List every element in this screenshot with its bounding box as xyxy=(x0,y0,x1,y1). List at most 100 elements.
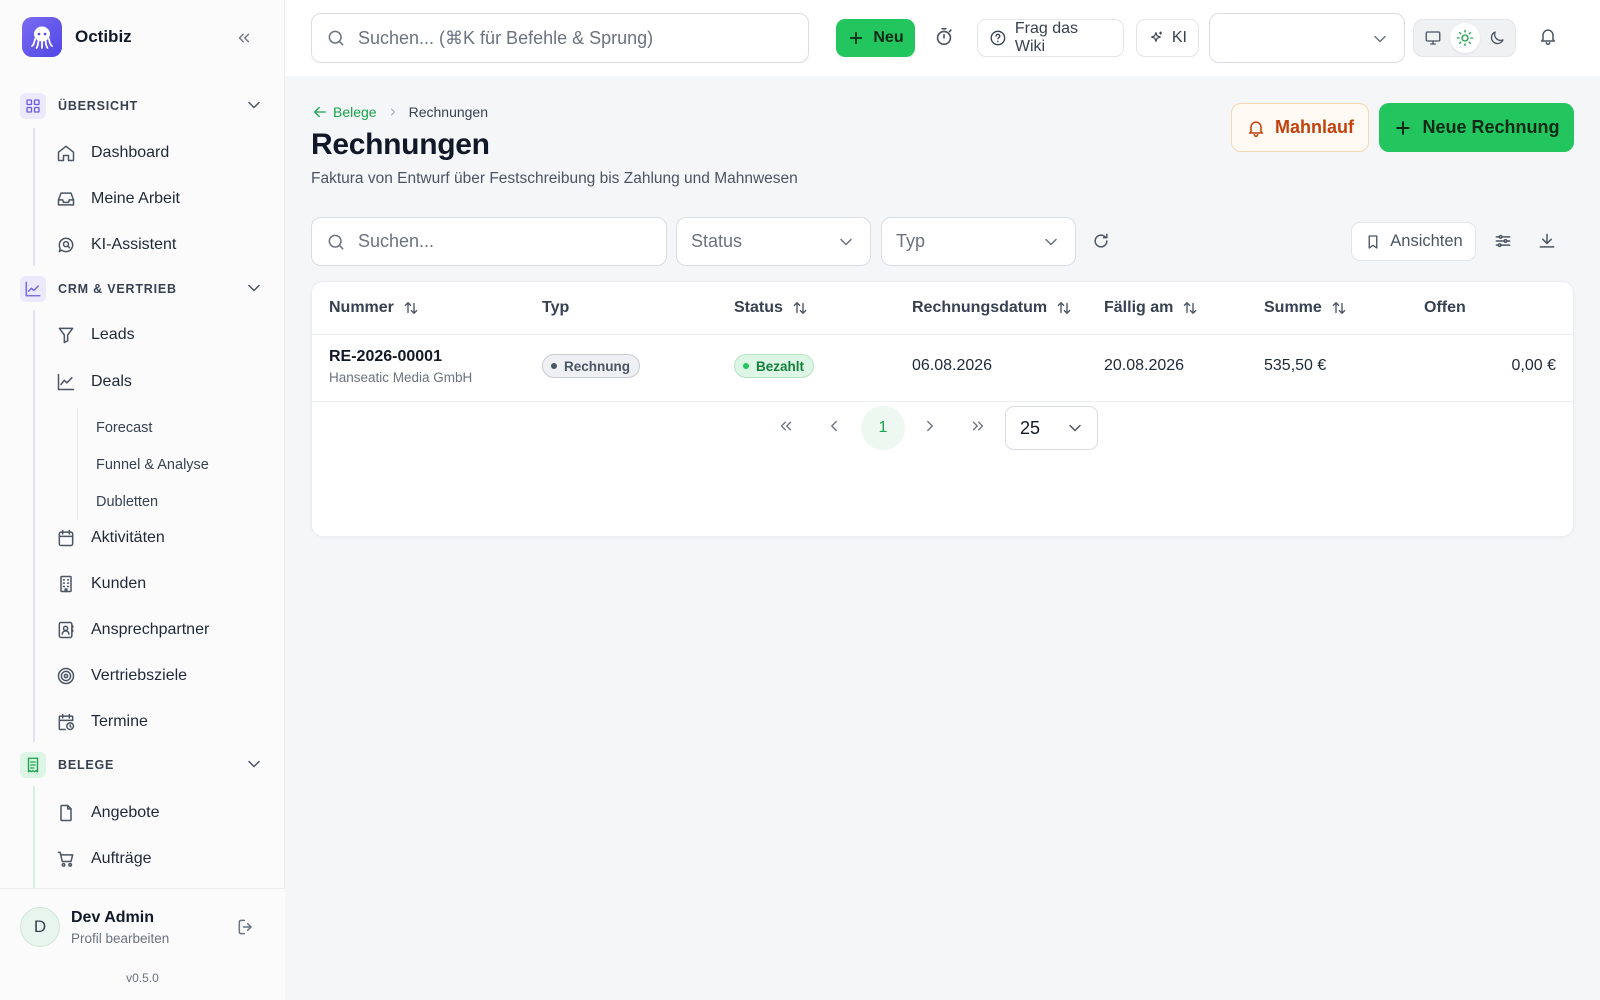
download-icon[interactable] xyxy=(1537,231,1557,251)
inbox-icon xyxy=(55,188,77,210)
sidebar-item-label: Aktivitäten xyxy=(91,529,165,546)
invoice-number[interactable]: RE-2026-00001 xyxy=(329,348,442,366)
column-header-typ: Typ xyxy=(542,299,569,317)
page-size-select[interactable]: 25 xyxy=(1005,406,1098,450)
sidebar-item-label: Deals xyxy=(91,373,132,390)
sidebar-item-deals[interactable]: Deals xyxy=(55,367,132,397)
brand[interactable]: Octibiz xyxy=(22,17,132,57)
plus-icon xyxy=(850,31,863,45)
refresh-icon[interactable] xyxy=(1091,231,1111,251)
mahnlauf-button[interactable]: Mahnlauf xyxy=(1231,103,1369,152)
octopus-logo-icon xyxy=(22,17,62,57)
trend-chart-icon xyxy=(55,371,77,393)
sidebar-item-auftraege[interactable]: Aufträge xyxy=(55,844,151,874)
sidebar-item-label: Aufträge xyxy=(91,850,152,867)
views-button[interactable]: Ansichten xyxy=(1351,222,1476,261)
bell-icon[interactable] xyxy=(1538,26,1558,46)
timer-icon[interactable] xyxy=(933,26,955,48)
calendar-clock-icon xyxy=(55,711,77,733)
logout-icon[interactable] xyxy=(236,917,256,937)
main-content: Belege Rechnungen Rechnungen Faktura von… xyxy=(285,76,1600,1000)
column-header-rechnungsdatum[interactable]: Rechnungsdatum xyxy=(912,299,1073,317)
moon-icon[interactable] xyxy=(1482,23,1512,53)
sidebar-item-angebote[interactable]: Angebote xyxy=(55,798,160,828)
section-belege[interactable]: BELEGE xyxy=(20,750,268,780)
column-header-status[interactable]: Status xyxy=(734,299,809,317)
workspace-select[interactable] xyxy=(1209,13,1405,63)
global-search[interactable] xyxy=(311,13,809,63)
new-invoice-button[interactable]: Neue Rechnung xyxy=(1379,103,1574,152)
section-crm-vertrieb[interactable]: CRM & VERTRIEB xyxy=(20,274,268,304)
sidebar-item-ki-assistent[interactable]: KI-Assistent xyxy=(55,230,176,260)
sidebar-item-aktivitaeten[interactable]: Aktivitäten xyxy=(55,523,165,553)
status-badge: Bezahlt xyxy=(734,354,815,378)
collapse-sidebar-icon[interactable] xyxy=(232,26,256,50)
status-filter-select[interactable]: Status xyxy=(676,217,871,266)
grid-icon xyxy=(20,93,46,119)
row-divider xyxy=(312,401,1575,402)
sort-icon xyxy=(402,299,420,317)
column-header-label: Typ xyxy=(542,299,570,316)
home-icon xyxy=(55,142,77,164)
last-page-icon[interactable] xyxy=(963,411,993,441)
column-header-label: Summe xyxy=(1264,299,1322,316)
table-search[interactable] xyxy=(311,217,667,266)
edit-profile-link[interactable]: Profil bearbeiten xyxy=(71,931,169,946)
sidebar-subitem-forecast[interactable]: Forecast xyxy=(96,420,152,436)
breadcrumb: Belege Rechnungen xyxy=(311,103,488,121)
funnel-icon xyxy=(55,324,77,346)
wiki-button-label: Frag das Wiki xyxy=(1014,20,1079,55)
column-header-label: Status xyxy=(734,299,783,316)
sliders-icon[interactable] xyxy=(1493,231,1513,251)
section-label: BELEGE xyxy=(58,758,115,772)
sidebar-item-label: Dashboard xyxy=(91,144,170,161)
current-page-button[interactable]: 1 xyxy=(861,406,905,450)
sidebar-item-leads[interactable]: Leads xyxy=(55,320,135,350)
sidebar-subitem-funnel-analyse[interactable]: Funnel & Analyse xyxy=(96,457,209,473)
section-rail xyxy=(33,128,35,266)
global-search-input[interactable] xyxy=(358,27,778,49)
breadcrumb-back-link[interactable]: Belege xyxy=(311,103,377,121)
sort-icon xyxy=(1330,299,1348,317)
new-invoice-button-label: Neue Rechnung xyxy=(1422,117,1560,137)
new-button[interactable]: Neu xyxy=(836,19,915,57)
column-header-faellig-am[interactable]: Fällig am xyxy=(1104,299,1199,317)
wiki-button[interactable]: Frag das Wiki xyxy=(977,19,1124,57)
type-badge-label: Rechnung xyxy=(564,358,630,374)
column-header-offen: Offen xyxy=(1424,299,1466,317)
sidebar-item-dashboard[interactable]: Dashboard xyxy=(55,138,169,168)
help-circle-icon xyxy=(990,30,1006,46)
column-header-summe[interactable]: Summe xyxy=(1264,299,1348,317)
badge-dot xyxy=(743,363,749,369)
table-search-input[interactable] xyxy=(358,231,638,252)
sidebar-item-termine[interactable]: Termine xyxy=(55,707,148,737)
monitor-icon[interactable] xyxy=(1418,23,1448,53)
bell-icon xyxy=(1249,120,1263,137)
sidebar-item-label: Angebote xyxy=(91,804,160,821)
type-filter-select[interactable]: Typ xyxy=(881,217,1076,266)
avatar[interactable]: D xyxy=(20,907,60,947)
section-uebersicht[interactable]: ÜBERSICHT xyxy=(20,91,268,121)
ai-button[interactable]: KI xyxy=(1136,19,1199,57)
sort-icon xyxy=(1055,299,1073,317)
sidebar-item-meine-arbeit[interactable]: Meine Arbeit xyxy=(55,184,180,214)
invoice-total: 535,50 € xyxy=(1264,357,1327,374)
prev-page-icon[interactable] xyxy=(819,411,849,441)
column-header-label: Rechnungsdatum xyxy=(912,299,1048,316)
invoice-open-amount: 0,00 € xyxy=(1511,357,1556,374)
column-header-label: Nummer xyxy=(329,299,394,316)
sidebar-item-label: Meine Arbeit xyxy=(91,190,180,207)
breadcrumb-current: Rechnungen xyxy=(408,104,488,120)
next-page-icon[interactable] xyxy=(915,411,945,441)
page-subtitle: Faktura von Entwurf über Festschreibung … xyxy=(311,170,798,187)
arrow-left-icon xyxy=(314,106,326,118)
bookmark-icon xyxy=(1368,234,1378,249)
sun-icon[interactable] xyxy=(1450,23,1480,53)
sidebar-item-ansprechpartner[interactable]: Ansprechpartner xyxy=(55,615,209,645)
sidebar-subitem-dubletten[interactable]: Dubletten xyxy=(96,494,158,510)
sidebar-item-kunden[interactable]: Kunden xyxy=(55,569,146,599)
first-page-icon[interactable] xyxy=(771,411,801,441)
column-header-nummer[interactable]: Nummer xyxy=(329,299,420,317)
plus-icon xyxy=(1396,120,1411,135)
sidebar-item-vertriebsziele[interactable]: Vertriebsziele xyxy=(55,661,187,691)
